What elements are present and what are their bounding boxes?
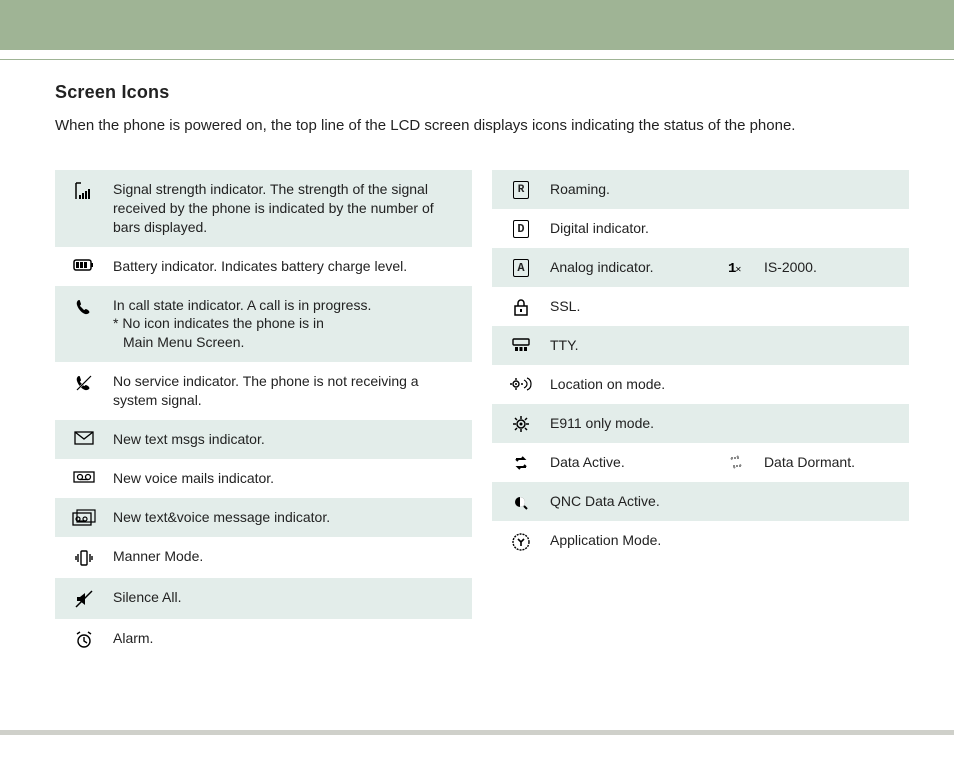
digital-icon: D <box>496 219 546 238</box>
table-row: DDigital indicator. <box>492 209 909 248</box>
envelope-icon <box>59 430 109 445</box>
description-cell: Roaming. <box>546 180 901 199</box>
table-row: Data Active. Data Dormant. <box>492 443 909 482</box>
description-text: New text&voice message indicator. <box>113 509 330 525</box>
description-cell: Signal strength indicator. The strength … <box>109 180 464 237</box>
description-cell: New text&voice message indicator. <box>109 508 464 527</box>
vibrate-icon <box>59 547 109 568</box>
description-text: Battery indicator. Indicates battery cha… <box>113 258 407 274</box>
description-text: No service indicator. The phone is not r… <box>113 373 419 408</box>
voicemail-icon <box>59 469 109 484</box>
description-text: New voice mails indicator. <box>113 470 274 486</box>
description-text: SSL. <box>550 298 580 314</box>
description-text: E911 only mode. <box>550 415 654 431</box>
data-active-icon <box>496 453 546 472</box>
description-cell: Analog indicator. 1✕ IS-2000. <box>546 258 901 277</box>
description-cell: In call state indicator. A call is in pr… <box>109 296 464 353</box>
table-row: In call state indicator. A call is in pr… <box>55 286 472 363</box>
no-service-icon <box>59 372 109 393</box>
table-row: TTY. <box>492 326 909 365</box>
description-cell: New voice mails indicator. <box>109 469 464 488</box>
qnc-icon <box>496 492 546 511</box>
description-text: Location on mode. <box>550 376 665 392</box>
table-row: Signal strength indicator. The strength … <box>55 170 472 247</box>
description-text: TTY. <box>550 337 579 353</box>
table-row: No service indicator. The phone is not r… <box>55 362 472 420</box>
svg-text:✕: ✕ <box>735 266 742 275</box>
description-text: QNC Data Active. <box>550 493 660 509</box>
silence-icon <box>59 588 109 609</box>
description-text-2: IS-2000. <box>764 258 901 277</box>
app-mode-icon <box>496 531 546 552</box>
tty-icon <box>496 336 546 353</box>
description-text: Data Active. <box>550 453 708 472</box>
description-text-2: Data Dormant. <box>764 453 901 472</box>
description-cell: Location on mode. <box>546 375 901 394</box>
left-column: Signal strength indicator. The strength … <box>55 170 472 660</box>
description-sub-2: Main Menu Screen. <box>113 333 464 352</box>
alarm-clock-icon <box>59 629 109 650</box>
description-text: Signal strength indicator. The strength … <box>113 181 434 235</box>
table-row: Silence All. <box>55 578 472 619</box>
table-row: Application Mode. <box>492 521 909 562</box>
analog-icon: A <box>496 258 546 277</box>
right-column: RRoaming.DDigital indicator.AAnalog indi… <box>492 170 909 660</box>
description-text: Application Mode. <box>550 532 661 548</box>
table-row: E911 only mode. <box>492 404 909 443</box>
description-text: New text msgs indicator. <box>113 431 265 447</box>
roaming-icon: R <box>496 180 546 199</box>
signal-bars-icon <box>59 180 109 201</box>
description-text: Digital indicator. <box>550 220 649 236</box>
table-row: New voice mails indicator. <box>55 459 472 498</box>
description-text: Alarm. <box>113 630 153 646</box>
header-band <box>0 0 954 50</box>
description-cell: Battery indicator. Indicates battery cha… <box>109 257 464 276</box>
is2000-icon: 1✕ <box>716 259 756 275</box>
table-row: New text&voice message indicator. <box>55 498 472 537</box>
description-text: Roaming. <box>550 181 610 197</box>
table-row: RRoaming. <box>492 170 909 209</box>
e911-icon <box>496 414 546 433</box>
description-cell: QNC Data Active. <box>546 492 901 511</box>
table-row: AAnalog indicator. 1✕ IS-2000. <box>492 248 909 287</box>
description-text: Silence All. <box>113 589 181 605</box>
table-row: Battery indicator. Indicates battery cha… <box>55 247 472 286</box>
description-cell: TTY. <box>546 336 901 355</box>
description-cell: New text msgs indicator. <box>109 430 464 449</box>
description-cell: Alarm. <box>109 629 464 648</box>
text-voice-icon <box>59 508 109 527</box>
description-sub: * No icon indicates the phone is in <box>113 314 464 333</box>
lock-icon <box>496 297 546 316</box>
data-dormant-icon <box>716 453 756 471</box>
page-title: Screen Icons <box>55 82 909 103</box>
table-row: Manner Mode. <box>55 537 472 578</box>
table-row: New text msgs indicator. <box>55 420 472 459</box>
page-content: Screen Icons When the phone is powered o… <box>0 60 954 680</box>
description-cell: Digital indicator. <box>546 219 901 238</box>
description-cell: SSL. <box>546 297 901 316</box>
table-row: Location on mode. <box>492 365 909 404</box>
description-text: In call state indicator. A call is in pr… <box>113 297 371 313</box>
footer-space <box>0 735 954 775</box>
phone-icon <box>59 296 109 317</box>
description-cell: No service indicator. The phone is not r… <box>109 372 464 410</box>
icon-table: Signal strength indicator. The strength … <box>55 170 909 660</box>
description-cell: Manner Mode. <box>109 547 464 566</box>
intro-text: When the phone is powered on, the top li… <box>55 117 909 134</box>
location-on-icon <box>496 375 546 392</box>
description-text: Manner Mode. <box>113 548 203 564</box>
description-cell: Silence All. <box>109 588 464 607</box>
description-cell: Data Active. Data Dormant. <box>546 453 901 472</box>
description-text: Analog indicator. <box>550 258 708 277</box>
table-row: QNC Data Active. <box>492 482 909 521</box>
description-cell: Application Mode. <box>546 531 901 550</box>
table-row: SSL. <box>492 287 909 326</box>
description-cell: E911 only mode. <box>546 414 901 433</box>
battery-icon <box>59 257 109 272</box>
table-row: Alarm. <box>55 619 472 660</box>
